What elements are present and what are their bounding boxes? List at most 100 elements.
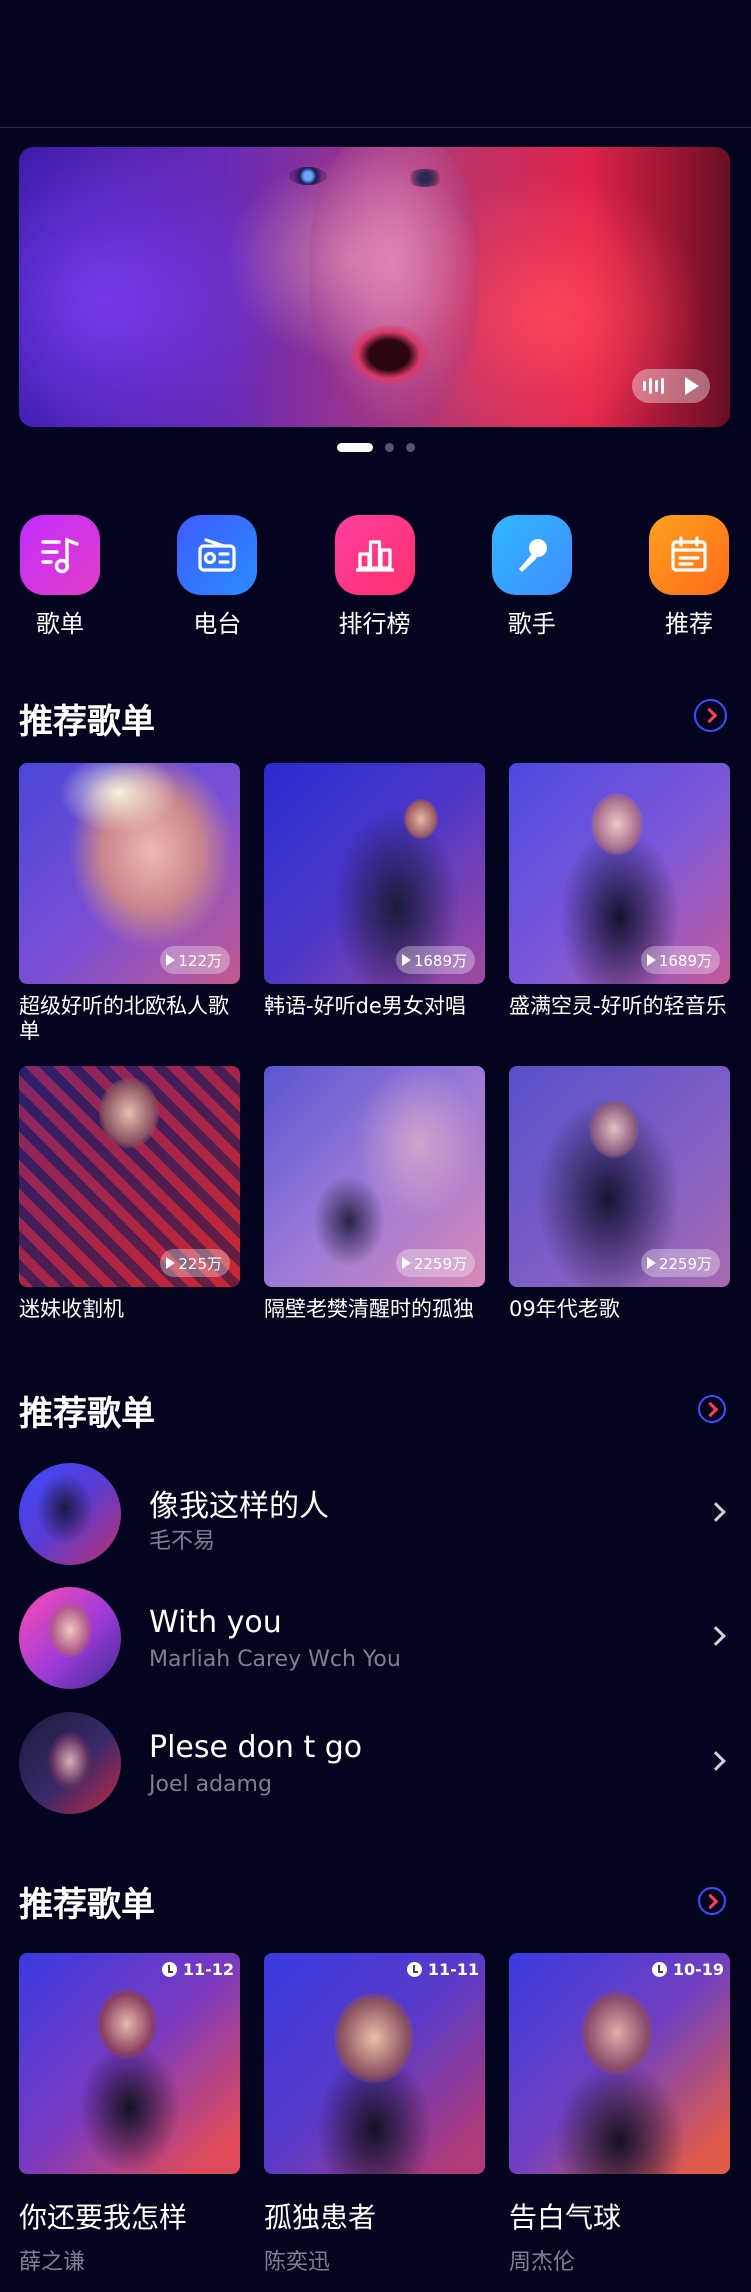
playlist-card[interactable]: 225万 迷妹收割机 — [19, 1066, 240, 1322]
category-label: 排行榜 — [338, 610, 411, 638]
song-row[interactable]: 像我这样的人 毛不易 — [19, 1463, 731, 1567]
play-count: 1689万 — [413, 951, 467, 970]
release-card[interactable]: 10-19 告白气球 周杰伦 — [509, 1953, 730, 2276]
banner-eye-right — [406, 169, 444, 187]
playlist-card[interactable]: 2259万 09年代老歌 — [509, 1066, 730, 1322]
playlist-title: 超级好听的北欧私人歌单 — [19, 994, 229, 1043]
play-icon — [646, 1257, 656, 1269]
release-cover: 10-19 — [509, 1953, 730, 2174]
playlist-title: 隔壁老樊清醒时的孤独 — [264, 1297, 474, 1321]
play-count-badge: 225万 — [160, 1249, 230, 1277]
category-label: 电台 — [193, 610, 242, 638]
playlist-cover: 225万 — [19, 1066, 240, 1287]
playlist-card[interactable]: 2259万 隔壁老樊清醒时的孤独 — [264, 1066, 485, 1322]
category-recommend[interactable]: 推荐 — [648, 515, 730, 645]
release-artist: 周杰伦 — [509, 2250, 576, 2275]
playlist-grid: 225万 迷妹收割机 2259万 隔壁老樊清醒时的孤独 2259万 09年代老歌 — [19, 1066, 731, 1322]
release-date: 10-19 — [651, 1960, 724, 1979]
song-avatar — [19, 1463, 121, 1565]
section-title: 推荐歌单 — [19, 1394, 155, 1434]
song-row[interactable]: With you Marliah Carey Wch You — [19, 1587, 731, 1691]
song-title: With you — [149, 1605, 282, 1640]
play-icon — [685, 377, 700, 395]
category-playlist[interactable]: 歌单 — [19, 515, 101, 645]
banner-eye-left — [289, 167, 327, 185]
release-cover: 11-12 — [19, 1953, 240, 2174]
banner-face — [309, 147, 479, 427]
chevron-right-icon — [706, 1751, 726, 1771]
play-icon — [401, 1257, 411, 1269]
song-artist: 毛不易 — [149, 1529, 216, 1554]
play-icon — [166, 954, 176, 966]
chevron-right-icon — [701, 707, 717, 724]
release-title: 你还要我怎样 — [19, 2201, 188, 2234]
play-count-badge: 1689万 — [395, 946, 475, 974]
song-artist: Joel adamg — [149, 1772, 272, 1797]
play-icon — [646, 954, 656, 966]
release-artist: 陈奕迅 — [264, 2250, 331, 2275]
release-card[interactable]: 11-12 你还要我怎样 薛之谦 — [19, 1953, 240, 2276]
release-date: 11-12 — [161, 1960, 234, 1979]
chevron-right-icon — [706, 1502, 726, 1522]
hero-banner[interactable] — [19, 147, 730, 427]
play-count-badge: 1689万 — [640, 946, 720, 974]
play-icon — [401, 954, 411, 966]
banner-dot[interactable] — [405, 442, 415, 452]
playlist-cover: 1689万 — [264, 763, 485, 984]
play-count: 2259万 — [658, 1254, 712, 1273]
song-title: 像我这样的人 — [149, 1489, 329, 1524]
playlist-grid: 122万 超级好听的北欧私人歌单 1689万 韩语-好听de男女对唱 1689万… — [19, 763, 731, 1044]
playlist-cover: 2259万 — [509, 1066, 730, 1287]
clock-icon — [406, 1962, 422, 1977]
banner-pagination[interactable] — [0, 441, 751, 453]
chevron-right-icon — [702, 1401, 719, 1417]
release-date-text: 11-11 — [427, 1960, 479, 1979]
category-nav: 歌单 电台 排行榜 歌手 推荐 — [19, 515, 730, 645]
top-bar — [0, 0, 751, 128]
clock-icon — [651, 1962, 667, 1977]
play-count-badge: 122万 — [160, 946, 230, 974]
playlist-title: 盛满空灵-好听的轻音乐 — [509, 994, 727, 1018]
release-date-text: 11-12 — [182, 1960, 234, 1979]
playlist-cover: 1689万 — [509, 763, 730, 984]
banner-dot[interactable] — [336, 442, 373, 452]
playlist-card[interactable]: 1689万 韩语-好听de男女对唱 — [264, 763, 485, 1044]
category-label: 推荐 — [665, 610, 713, 638]
play-icon — [166, 1257, 176, 1269]
banner-play-button[interactable] — [632, 369, 710, 403]
category-label: 歌单 — [36, 610, 84, 638]
category-radio[interactable]: 电台 — [176, 515, 258, 645]
song-row[interactable]: Plese don t go Joel adamg — [19, 1712, 731, 1816]
equalizer-icon — [642, 378, 664, 394]
banner-dot[interactable] — [384, 442, 394, 452]
section-title: 推荐歌单 — [19, 1885, 155, 1925]
clock-icon — [161, 1962, 177, 1977]
play-count: 2259万 — [413, 1254, 467, 1273]
more-button[interactable] — [698, 1395, 726, 1423]
song-avatar — [19, 1712, 121, 1814]
play-count-badge: 2259万 — [395, 1249, 475, 1277]
play-count-badge: 2259万 — [640, 1249, 720, 1277]
playlist-card[interactable]: 1689万 盛满空灵-好听的轻音乐 — [509, 763, 730, 1044]
play-count: 1689万 — [658, 951, 712, 970]
playlist-cover: 122万 — [19, 763, 240, 984]
song-artist: Marliah Carey Wch You — [149, 1647, 401, 1672]
category-singers[interactable]: 歌手 — [491, 515, 573, 645]
playlist-cover: 2259万 — [264, 1066, 485, 1287]
section-title: 推荐歌单 — [19, 702, 155, 742]
release-grid: 11-12 你还要我怎样 薛之谦 11-11 孤独患者 陈奕迅 10-19 告白… — [19, 1953, 731, 2276]
song-title: Plese don t go — [149, 1730, 363, 1765]
category-label: 歌手 — [507, 610, 556, 638]
release-title: 告白气球 — [509, 2201, 622, 2234]
release-date: 11-11 — [406, 1960, 479, 1979]
release-card[interactable]: 11-11 孤独患者 陈奕迅 — [264, 1953, 485, 2276]
playlist-title: 韩语-好听de男女对唱 — [264, 994, 466, 1018]
category-charts[interactable]: 排行榜 — [334, 515, 416, 645]
play-count: 225万 — [178, 1254, 222, 1273]
release-artist: 薛之谦 — [19, 2250, 86, 2275]
playlist-card[interactable]: 122万 超级好听的北欧私人歌单 — [19, 763, 240, 1044]
chevron-right-icon — [706, 1626, 726, 1646]
radio-icon — [177, 515, 258, 595]
more-button[interactable] — [694, 699, 727, 732]
more-button[interactable] — [698, 1887, 726, 1915]
